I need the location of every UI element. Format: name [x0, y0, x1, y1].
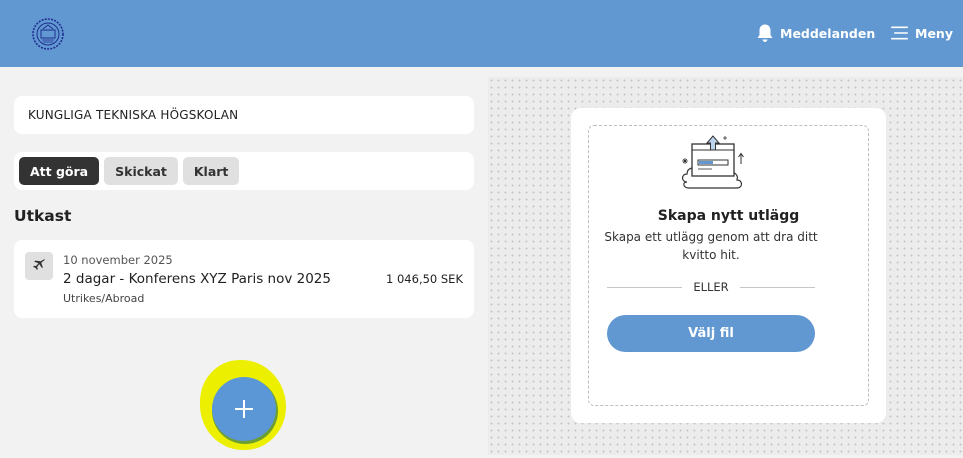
add-expense-button[interactable] — [212, 377, 276, 441]
cloud-upload-icon — [679, 132, 747, 194]
tab-skickat[interactable]: Skickat — [104, 157, 178, 185]
airplane-icon — [25, 252, 53, 280]
status-tabs: Att göra Skickat Klart — [14, 152, 474, 190]
notifications-label: Meddelanden — [780, 25, 876, 41]
choose-file-button[interactable]: Välj fil — [607, 315, 815, 352]
notifications-button[interactable]: Meddelanden — [756, 22, 875, 44]
draft-amount: 1 046,50 SEK — [386, 272, 463, 286]
upload-description: Skapa ett utlägg genom att dra ditt kvit… — [604, 230, 818, 262]
or-divider: ELLER — [607, 280, 815, 294]
kth-logo[interactable] — [31, 16, 65, 52]
upload-card: Skapa nytt utlägg Skapa ett utlägg genom… — [571, 108, 886, 423]
plus-icon — [235, 400, 253, 418]
or-label: ELLER — [693, 280, 729, 294]
organization-name: KUNGLIGA TEKNISKA HÖGSKOLAN — [28, 108, 239, 122]
upload-title: Skapa nytt utlägg — [657, 208, 800, 224]
tab-klart[interactable]: Klart — [182, 157, 240, 185]
draft-date: 10 november 2025 — [63, 253, 173, 267]
draft-category: Utrikes/Abroad — [63, 292, 145, 305]
top-bar: Meddelanden Meny — [0, 0, 963, 67]
draft-title: 2 dagar - Konferens XYZ Paris nov 2025 — [63, 271, 331, 287]
tab-att-gora[interactable]: Att göra — [19, 157, 100, 185]
menu-button[interactable]: Meny — [890, 22, 953, 44]
menu-label: Meny — [915, 25, 953, 41]
draft-item[interactable]: 10 november 2025 2 dagar - Konferens XYZ… — [14, 240, 474, 318]
hamburger-icon — [891, 26, 908, 40]
bell-icon — [757, 24, 773, 42]
drafts-heading: Utkast — [14, 207, 72, 225]
organization-field[interactable]: KUNGLIGA TEKNISKA HÖGSKOLAN — [14, 96, 474, 134]
